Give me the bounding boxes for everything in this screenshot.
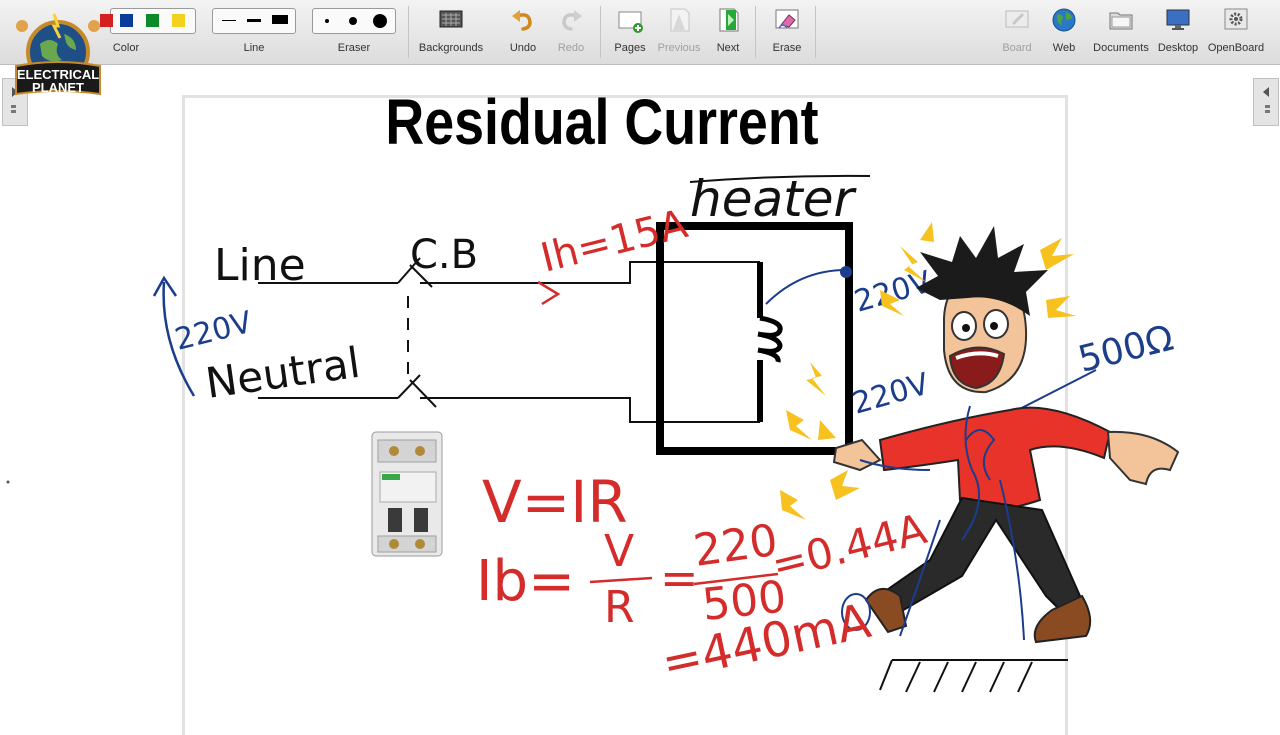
documents-button[interactable]: Documents <box>1091 0 1151 64</box>
eraser-medium-option[interactable] <box>349 17 357 25</box>
web-label: Web <box>1052 42 1076 54</box>
color-swatch-blue[interactable] <box>120 14 133 27</box>
openboard-button[interactable]: OpenBoard <box>1206 0 1266 64</box>
next-label: Next <box>716 42 740 54</box>
eraser-label: Eraser <box>337 42 371 54</box>
page-title: Residual Current <box>96 86 1171 158</box>
erase-button[interactable]: Erase <box>757 0 817 64</box>
line-label: Line <box>243 42 265 54</box>
eraser-group: Eraser <box>312 0 396 64</box>
color-swatch-yellow[interactable] <box>172 14 185 27</box>
color-group: Color <box>100 0 200 64</box>
undo-icon <box>512 10 532 31</box>
toolbar: Color Line Eraser Backgrounds Undo Redo … <box>0 0 1280 65</box>
redo-icon <box>562 10 582 31</box>
board-label: Board <box>1002 42 1032 54</box>
board-icon <box>1005 10 1029 28</box>
eraser-small-option[interactable] <box>325 19 329 23</box>
backgrounds-label: Backgrounds <box>418 42 484 54</box>
redo-button[interactable]: Redo <box>541 0 601 64</box>
documents-label: Documents <box>1093 42 1149 54</box>
pages-label: Pages <box>614 42 646 54</box>
line-thin-option[interactable] <box>222 20 236 21</box>
erase-label: Erase <box>772 42 802 54</box>
next-page-button[interactable]: Next <box>698 0 758 64</box>
previous-label: Previous <box>657 42 701 54</box>
backgrounds-icon <box>439 10 463 28</box>
electrical-planet-logo: ELECTRICAL PLANET <box>15 13 101 96</box>
backgrounds-button[interactable]: Backgrounds <box>418 0 484 64</box>
desktop-label: Desktop <box>1157 42 1199 54</box>
folder-icon <box>1109 12 1133 30</box>
previous-page-icon <box>670 8 690 32</box>
color-swatch-green[interactable] <box>146 14 159 27</box>
web-button[interactable]: Web <box>1034 0 1094 64</box>
eraser-large-option[interactable] <box>373 14 387 28</box>
desktop-button[interactable]: Desktop <box>1148 0 1208 64</box>
toolbar-separator <box>815 6 816 58</box>
erase-icon <box>775 9 799 29</box>
redo-label: Redo <box>557 42 585 54</box>
ink-dot <box>6 480 10 484</box>
line-group: Line <box>212 0 296 64</box>
logo-line2: PLANET <box>32 80 84 95</box>
resistance-label: 500Ω <box>1074 318 1177 381</box>
monitor-icon <box>1166 9 1190 30</box>
openboard-label: OpenBoard <box>1207 42 1265 54</box>
right-panel-toggle[interactable] <box>1253 78 1279 126</box>
add-page-icon <box>618 11 643 33</box>
color-label: Color <box>112 42 140 54</box>
toolbar-separator <box>755 6 756 58</box>
chevron-left-icon <box>1263 87 1270 113</box>
toolbar-separator <box>408 6 409 58</box>
next-page-icon <box>719 8 739 32</box>
whiteboard-page[interactable] <box>182 95 1068 735</box>
gear-icon <box>1224 8 1248 30</box>
line-medium-option[interactable] <box>247 19 261 22</box>
page-title-text: Residual Current <box>385 86 819 158</box>
undo-label: Undo <box>509 42 537 54</box>
globe-icon <box>1052 8 1076 32</box>
line-thick-option[interactable] <box>272 15 288 24</box>
